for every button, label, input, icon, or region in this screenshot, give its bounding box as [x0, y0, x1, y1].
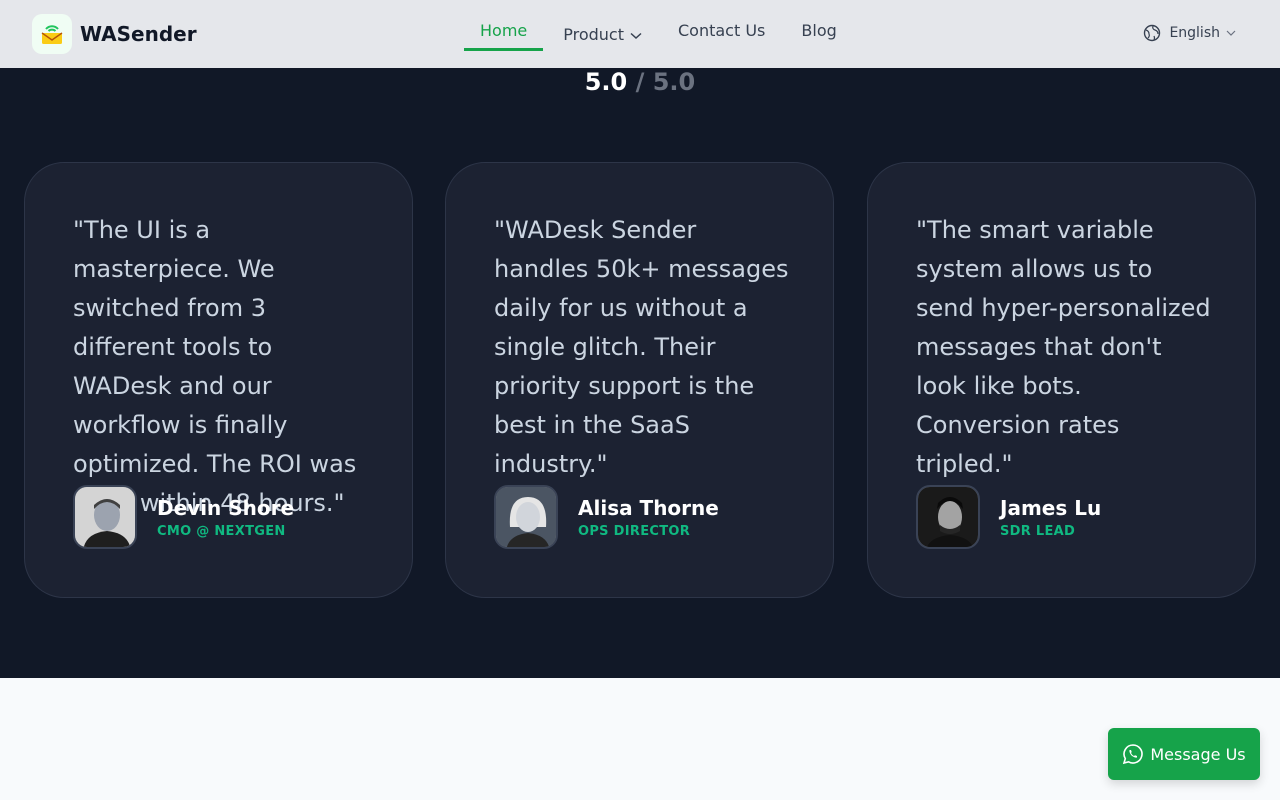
- testimonial-author: Devin Shore CMO @ NEXTGEN: [73, 485, 294, 549]
- nav-blog[interactable]: Blog: [781, 0, 856, 64]
- author-role: CMO @ NEXTGEN: [157, 523, 286, 539]
- testimonial-quote: "The smart variable system allows us to …: [916, 216, 1211, 478]
- testimonial-quote: "WADesk Sender handles 50k+ messages dai…: [494, 216, 789, 478]
- avatar: [73, 485, 137, 549]
- testimonial-card: "WADesk Sender handles 50k+ messages dai…: [445, 162, 834, 598]
- author-name: James Lu: [1000, 495, 1102, 520]
- chevron-down-icon: [630, 25, 642, 44]
- nav-product[interactable]: Product: [547, 0, 642, 68]
- author-name: Devin Shore: [157, 495, 295, 520]
- language-label: English: [1169, 25, 1220, 41]
- next-section: [0, 678, 1280, 800]
- rating-summary: 5.0 / 5.0: [0, 68, 1280, 96]
- brand-name: WASender: [80, 22, 197, 46]
- brand[interactable]: WASender: [32, 14, 197, 54]
- author-role: SDR LEAD: [1000, 523, 1076, 539]
- whatsapp-icon: [1122, 743, 1144, 765]
- testimonial-card: "The smart variable system allows us to …: [867, 162, 1256, 598]
- top-navbar: WASender Home Product Contact Us Blog En…: [0, 0, 1280, 68]
- rating-max: / 5.0: [635, 68, 696, 96]
- chevron-down-icon: [1226, 30, 1236, 36]
- testimonial-author: Alisa Thorne OPS DIRECTOR: [494, 485, 719, 549]
- avatar: [916, 485, 980, 549]
- avatar: [494, 485, 558, 549]
- globe-icon: [1143, 24, 1161, 42]
- logo-icon: [32, 14, 72, 54]
- nav-home[interactable]: Home: [464, 0, 544, 64]
- testimonials-section: 5.0 / 5.0 "The UI is a masterpiece. We s…: [0, 68, 1280, 678]
- rating-score: 5.0: [584, 68, 628, 96]
- testimonial-card: "The UI is a masterpiece. We switched fr…: [24, 162, 413, 598]
- nav-contact[interactable]: Contact Us: [662, 0, 781, 64]
- message-us-label: Message Us: [1150, 744, 1246, 764]
- nav-product-label: Product: [563, 24, 624, 44]
- language-selector[interactable]: English: [1143, 24, 1236, 42]
- testimonial-quote: "The UI is a masterpiece. We switched fr…: [73, 216, 357, 517]
- message-us-button[interactable]: Message Us: [1108, 728, 1260, 780]
- author-name: Alisa Thorne: [578, 495, 719, 520]
- testimonial-author: James Lu SDR LEAD: [916, 485, 1101, 549]
- main-nav: Home Product Contact Us Blog: [464, 0, 857, 68]
- author-role: OPS DIRECTOR: [578, 523, 691, 539]
